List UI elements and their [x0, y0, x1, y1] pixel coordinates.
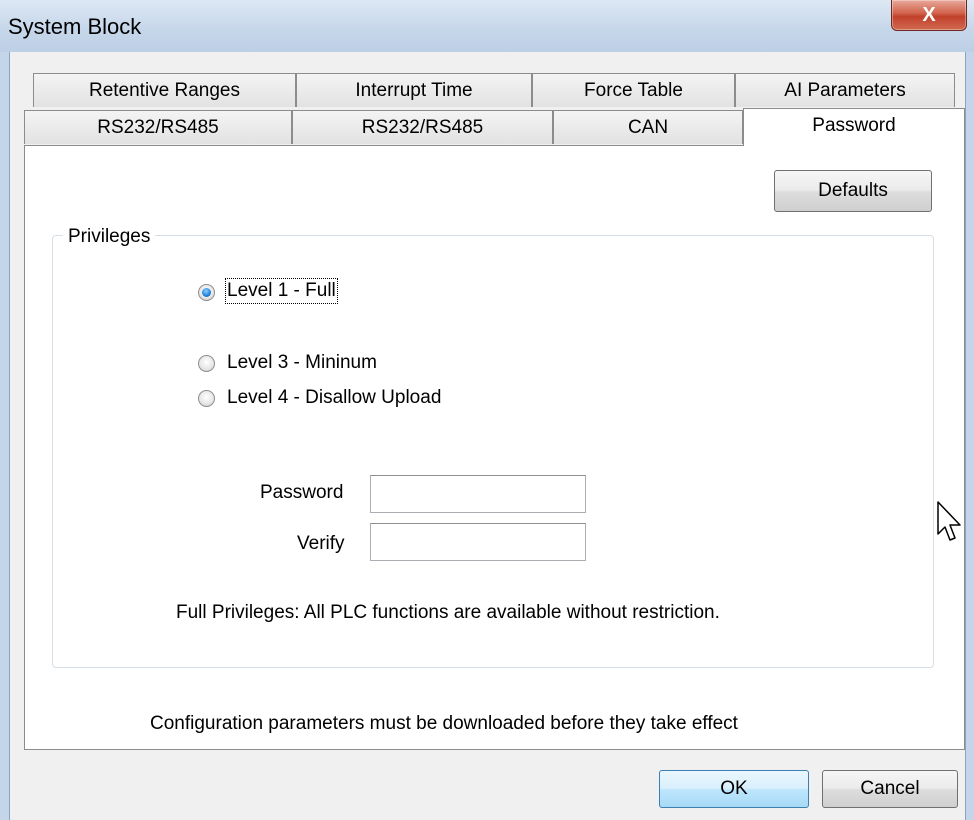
ok-button[interactable]: OK — [659, 770, 809, 808]
tab-password[interactable]: Password — [743, 108, 965, 146]
window-frame-left-edge — [9, 52, 10, 820]
title-bar — [0, 0, 974, 52]
privilege-description: Full Privileges: All PLC functions are a… — [176, 602, 720, 623]
radio-level-4[interactable] — [198, 390, 215, 407]
privileges-group-label: Privileges — [63, 226, 156, 248]
window-frame-right — [965, 52, 974, 820]
tab-can[interactable]: CAN — [553, 110, 743, 144]
defaults-button[interactable]: Defaults — [774, 170, 932, 212]
password-label: Password — [260, 482, 344, 503]
download-note: Configuration parameters must be downloa… — [150, 713, 738, 734]
verify-label: Verify — [297, 533, 345, 554]
window-frame-right-edge — [965, 52, 966, 820]
password-field[interactable] — [370, 475, 586, 513]
tab-retentive-ranges[interactable]: Retentive Ranges — [33, 73, 296, 107]
tab-rs232-rs485-1[interactable]: RS232/RS485 — [24, 110, 292, 144]
close-button[interactable]: X — [891, 0, 967, 31]
radio-level-3-label[interactable]: Level 3 - Mininum — [227, 352, 377, 374]
radio-level-3[interactable] — [198, 355, 215, 372]
radio-level-4-label[interactable]: Level 4 - Disallow Upload — [227, 387, 441, 409]
close-icon: X — [922, 3, 936, 26]
cancel-button[interactable]: Cancel — [822, 770, 958, 808]
radio-level-1[interactable] — [198, 284, 215, 301]
tab-interrupt-time[interactable]: Interrupt Time — [296, 73, 532, 107]
tab-force-table[interactable]: Force Table — [532, 73, 735, 107]
tab-rs232-rs485-2[interactable]: RS232/RS485 — [292, 110, 553, 144]
radio-level-1-label[interactable]: Level 1 - Full — [225, 278, 338, 304]
window-title: System Block — [8, 14, 142, 39]
verify-field[interactable] — [370, 523, 586, 561]
mouse-pointer-icon — [937, 501, 961, 541]
tab-ai-parameters[interactable]: AI Parameters — [735, 73, 955, 107]
